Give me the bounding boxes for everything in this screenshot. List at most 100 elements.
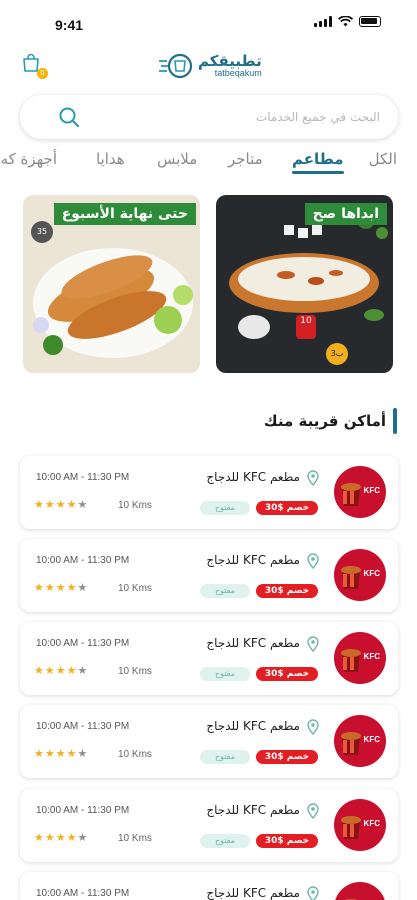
tab-electronics[interactable]: أجهزة كه bbox=[1, 150, 57, 168]
star-icon: ★ bbox=[66, 581, 77, 594]
signal-icon bbox=[314, 16, 332, 27]
location-pin-icon bbox=[307, 636, 319, 652]
star-icon: ★ bbox=[66, 664, 77, 677]
star-icon: ★ bbox=[34, 747, 44, 760]
star-icon: ★ bbox=[34, 664, 44, 677]
cart-button[interactable]: 0 bbox=[20, 52, 48, 79]
offers-carousel: ابداها صح 10 3ب حتى نهاية الأسبوع 35 bbox=[0, 195, 417, 375]
discount-badge: خصم $30 bbox=[256, 501, 318, 515]
banner-price-badge: 35 bbox=[31, 221, 53, 243]
star-icon: ★ bbox=[55, 831, 66, 844]
chicken-bucket-icon bbox=[344, 899, 358, 900]
rating-stars: ★ ★ ★ ★ ★ bbox=[34, 664, 87, 677]
rating-stars: ★ ★ ★ ★ ★ bbox=[34, 831, 87, 844]
place-card[interactable]: KFCمطعم KFC للدجاجخصم $30مفتوح10:00 AM -… bbox=[20, 872, 398, 900]
delivery-logo-icon bbox=[159, 53, 193, 79]
star-icon: ★ bbox=[55, 581, 66, 594]
location-pin-icon bbox=[307, 803, 319, 819]
kfc-logo: KFC bbox=[334, 549, 386, 601]
place-name: مطعم KFC للدجاج bbox=[206, 886, 300, 900]
section-accent-bar bbox=[393, 408, 397, 434]
opening-hours: 10:00 AM - 11:30 PM bbox=[36, 638, 130, 649]
wifi-icon bbox=[338, 16, 353, 27]
star-icon: ★ bbox=[77, 831, 88, 844]
star-icon: ★ bbox=[44, 498, 55, 511]
star-icon: ★ bbox=[66, 831, 77, 844]
tab-restaurants[interactable]: مطاعم bbox=[292, 150, 344, 174]
app-header: 0 تطبيقكم tatbeqakum bbox=[0, 44, 417, 88]
place-card[interactable]: KFC مطعم KFC للدجاج خصم $30 مفتوح 10:00 AM -… bbox=[20, 456, 398, 529]
rating-stars: ★ ★ ★ ★ ★ bbox=[34, 498, 87, 511]
open-status-badge: مفتوح bbox=[200, 584, 250, 598]
category-tabs: الكل مطاعم متاجر ملابس هدايا أجهزة كه bbox=[0, 146, 417, 186]
kfc-logo: KFC bbox=[334, 882, 386, 900]
open-status-badge: مفتوح bbox=[200, 750, 250, 764]
opening-hours: 10:00 AM - 11:30 PM bbox=[36, 721, 130, 732]
location-pin-icon bbox=[307, 886, 319, 900]
place-name: مطعم KFC للدجاج bbox=[206, 470, 300, 484]
distance: 10 Kms bbox=[118, 583, 152, 594]
status-bar: 9:41 bbox=[0, 0, 417, 44]
tab-all[interactable]: الكل bbox=[369, 150, 397, 168]
discount-badge: خصم $30 bbox=[256, 834, 318, 848]
star-icon: ★ bbox=[34, 498, 44, 511]
distance: 10 Kms bbox=[118, 500, 152, 511]
star-icon: ★ bbox=[55, 664, 66, 677]
opening-hours: 10:00 AM - 11:30 PM bbox=[36, 555, 130, 566]
kfc-logo-text: KFC bbox=[363, 652, 380, 661]
kfc-logo-text: KFC bbox=[363, 486, 380, 495]
star-icon: ★ bbox=[44, 831, 55, 844]
open-status-badge: مفتوح bbox=[200, 667, 250, 681]
kfc-logo-text: KFC bbox=[363, 569, 380, 578]
app-logo: تطبيقكم tatbeqakum bbox=[158, 48, 268, 84]
place-card[interactable]: KFC مطعم KFC للدجاج خصم $30 مفتوح 10:00 AM -… bbox=[20, 622, 398, 695]
kfc-logo: KFC bbox=[334, 799, 386, 851]
rating-stars: ★ ★ ★ ★ ★ bbox=[34, 581, 87, 594]
offer-banner[interactable]: ابداها صح 10 3ب bbox=[216, 195, 393, 373]
place-card[interactable]: KFCمطعم KFC للدجاجخصم $30مفتوح10:00 AM -… bbox=[20, 789, 398, 862]
distance: 10 Kms bbox=[118, 749, 152, 760]
discount-badge: خصم $30 bbox=[256, 750, 318, 764]
tab-clothes[interactable]: ملابس bbox=[157, 150, 197, 168]
star-icon: ★ bbox=[77, 664, 88, 677]
cart-count-badge: 0 bbox=[37, 68, 48, 79]
distance: 10 Kms bbox=[118, 666, 152, 677]
tab-gifts[interactable]: هدايا bbox=[96, 150, 125, 168]
nearby-section-header: أماكن قريبة منك bbox=[264, 408, 397, 434]
star-icon: ★ bbox=[34, 581, 44, 594]
open-status-badge: مفتوح bbox=[200, 501, 250, 515]
place-card[interactable]: KFCمطعم KFC للدجاجخصم $30مفتوح10:00 AM -… bbox=[20, 539, 398, 612]
star-icon: ★ bbox=[44, 747, 55, 760]
star-icon: ★ bbox=[34, 831, 44, 844]
star-icon: ★ bbox=[66, 498, 77, 511]
star-icon: ★ bbox=[77, 747, 88, 760]
star-icon: ★ bbox=[44, 664, 55, 677]
banner-title: حتى نهاية الأسبوع bbox=[53, 203, 196, 225]
open-status-badge: مفتوح bbox=[200, 834, 250, 848]
tab-stores[interactable]: متاجر bbox=[228, 150, 263, 168]
banner-price-tag: 10 bbox=[296, 315, 316, 339]
combo-badge: 3ب bbox=[326, 343, 348, 365]
star-icon: ★ bbox=[77, 581, 88, 594]
battery-icon bbox=[359, 16, 381, 27]
star-icon: ★ bbox=[55, 747, 66, 760]
place-card[interactable]: KFCمطعم KFC للدجاجخصم $30مفتوح10:00 AM -… bbox=[20, 705, 398, 778]
status-icons bbox=[314, 16, 381, 27]
place-name: مطعم KFC للدجاج bbox=[206, 803, 300, 817]
kfc-logo: KFC bbox=[334, 466, 386, 518]
discount-badge: خصم $30 bbox=[256, 667, 318, 681]
search-input[interactable] bbox=[80, 95, 380, 139]
star-icon: ★ bbox=[77, 498, 88, 511]
rating-stars: ★ ★ ★ ★ ★ bbox=[34, 747, 87, 760]
place-name: مطعم KFC للدجاج bbox=[206, 553, 300, 567]
star-icon: ★ bbox=[66, 747, 77, 760]
offer-banner[interactable]: حتى نهاية الأسبوع 35 bbox=[23, 195, 200, 373]
search-bar[interactable] bbox=[20, 95, 398, 139]
star-icon: ★ bbox=[44, 581, 55, 594]
location-pin-icon bbox=[307, 470, 319, 486]
place-name: مطعم KFC للدجاج bbox=[206, 636, 300, 650]
kfc-logo: KFC bbox=[334, 715, 386, 767]
section-title: أماكن قريبة منك bbox=[263, 412, 386, 430]
opening-hours: 10:00 AM - 11:30 PM bbox=[36, 472, 130, 483]
search-icon[interactable] bbox=[58, 106, 80, 128]
